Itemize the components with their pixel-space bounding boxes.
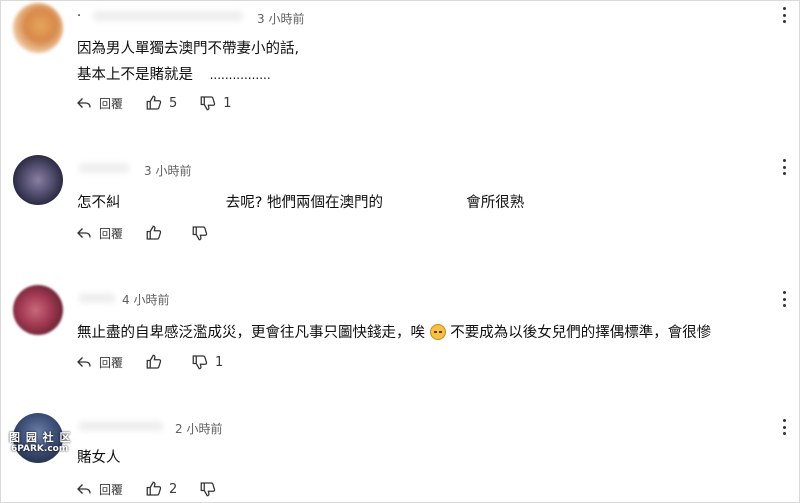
comment-actions: 回覆 5 1	[75, 93, 254, 113]
comment-timestamp[interactable]: 3 小時前	[257, 10, 304, 27]
comment-text-segment: 去呢? 牠們兩個在澳門的	[225, 195, 384, 211]
like-button[interactable]	[145, 224, 169, 242]
comment-text-line-1: 無止盡的自卑感泛濫成災，更會往凡事只圖快錢走，唉 不要成為以後女兒們的擇偶標準，…	[77, 321, 711, 342]
comment-actions: 回覆	[75, 223, 237, 243]
thumbs-up-icon	[146, 354, 162, 369]
reply-button[interactable]: 回覆	[75, 353, 123, 371]
comment-text-segment: 不要成為以後女兒們的擇偶標準，會很慘	[450, 325, 712, 341]
comment-text-segment: 無止盡的自卑感泛濫成災，更會往凡事只圖快錢走，唉	[77, 325, 425, 341]
comment-text-ellipsis: ................	[209, 68, 271, 82]
thumbs-down-icon	[192, 226, 208, 241]
watermark-text: 图 园 社 区	[9, 431, 72, 444]
redacted-username	[79, 421, 163, 431]
thumbs-down-icon	[192, 355, 208, 370]
comment-text-segment: 基本上不是賭就是	[77, 67, 193, 83]
reply-label: 回覆	[99, 482, 124, 497]
comment-timestamp[interactable]: 4 小時前	[122, 291, 169, 308]
watermark-url: 6PARK.com	[11, 444, 69, 454]
comment-actions: 回覆 2	[75, 479, 245, 499]
like-count: 5	[169, 95, 178, 111]
like-button[interactable]: 5	[145, 94, 177, 112]
dislike-button[interactable]: 1	[191, 353, 223, 371]
dislike-count: 1	[223, 95, 232, 111]
dislike-button[interactable]	[199, 480, 223, 498]
reply-arrow-icon	[77, 357, 91, 367]
avatar[interactable]	[13, 3, 63, 53]
comment-actions: 回覆 1	[75, 352, 245, 372]
comment-section: . 3 小時前 因為男人單獨去澳門不帶妻小的話, 基本上不是賭就是 ......…	[0, 0, 800, 503]
comment-text-line-1: 怎不糾 去呢? 牠們兩個在澳門的 會所很熟	[77, 191, 524, 212]
reply-arrow-icon	[77, 228, 91, 238]
redacted-username	[93, 11, 243, 21]
like-count: 2	[169, 481, 178, 497]
reply-button[interactable]: 回覆	[75, 94, 123, 112]
thumbs-up-icon	[146, 225, 162, 240]
thumbs-up-icon	[146, 95, 162, 110]
like-button[interactable]: 2	[145, 480, 177, 498]
dislike-count: 1	[215, 354, 224, 370]
comment-timestamp[interactable]: 3 小時前	[144, 162, 191, 179]
comment-text-segment: 會所很熟	[466, 195, 525, 211]
comment-text-line-2: 基本上不是賭就是 ................	[77, 63, 271, 84]
comment-text-line-1: 賭女人	[77, 450, 121, 466]
comment-text-segment: 怎不糾	[77, 195, 121, 211]
reply-label: 回覆	[99, 96, 124, 111]
dislike-button[interactable]	[191, 224, 215, 242]
kebab-menu-icon[interactable]	[781, 291, 787, 307]
avatar[interactable]	[13, 155, 63, 205]
comment-text-line-1: 因為男人單獨去澳門不帶妻小的話,	[77, 41, 300, 57]
comment-timestamp[interactable]: 2 小時前	[175, 420, 222, 437]
dislike-button[interactable]: 1	[199, 94, 232, 112]
disappointed-face-icon	[429, 324, 446, 340]
redacted-username	[79, 163, 129, 173]
reply-button[interactable]: 回覆	[75, 480, 123, 498]
thumbs-down-icon	[200, 482, 216, 497]
avatar[interactable]	[13, 285, 63, 335]
thumbs-up-icon	[146, 481, 162, 496]
kebab-menu-icon[interactable]	[781, 419, 787, 435]
kebab-menu-icon[interactable]	[781, 159, 787, 175]
redacted-username	[79, 293, 115, 303]
reply-label: 回覆	[99, 226, 124, 241]
like-button[interactable]	[145, 353, 169, 371]
reply-button[interactable]: 回覆	[75, 224, 123, 242]
reply-arrow-icon	[77, 98, 91, 108]
thumbs-down-icon	[200, 96, 216, 111]
author-handle[interactable]: .	[77, 5, 81, 20]
reply-arrow-icon	[77, 484, 91, 494]
reply-label: 回覆	[99, 355, 124, 370]
kebab-menu-icon[interactable]	[781, 7, 787, 23]
